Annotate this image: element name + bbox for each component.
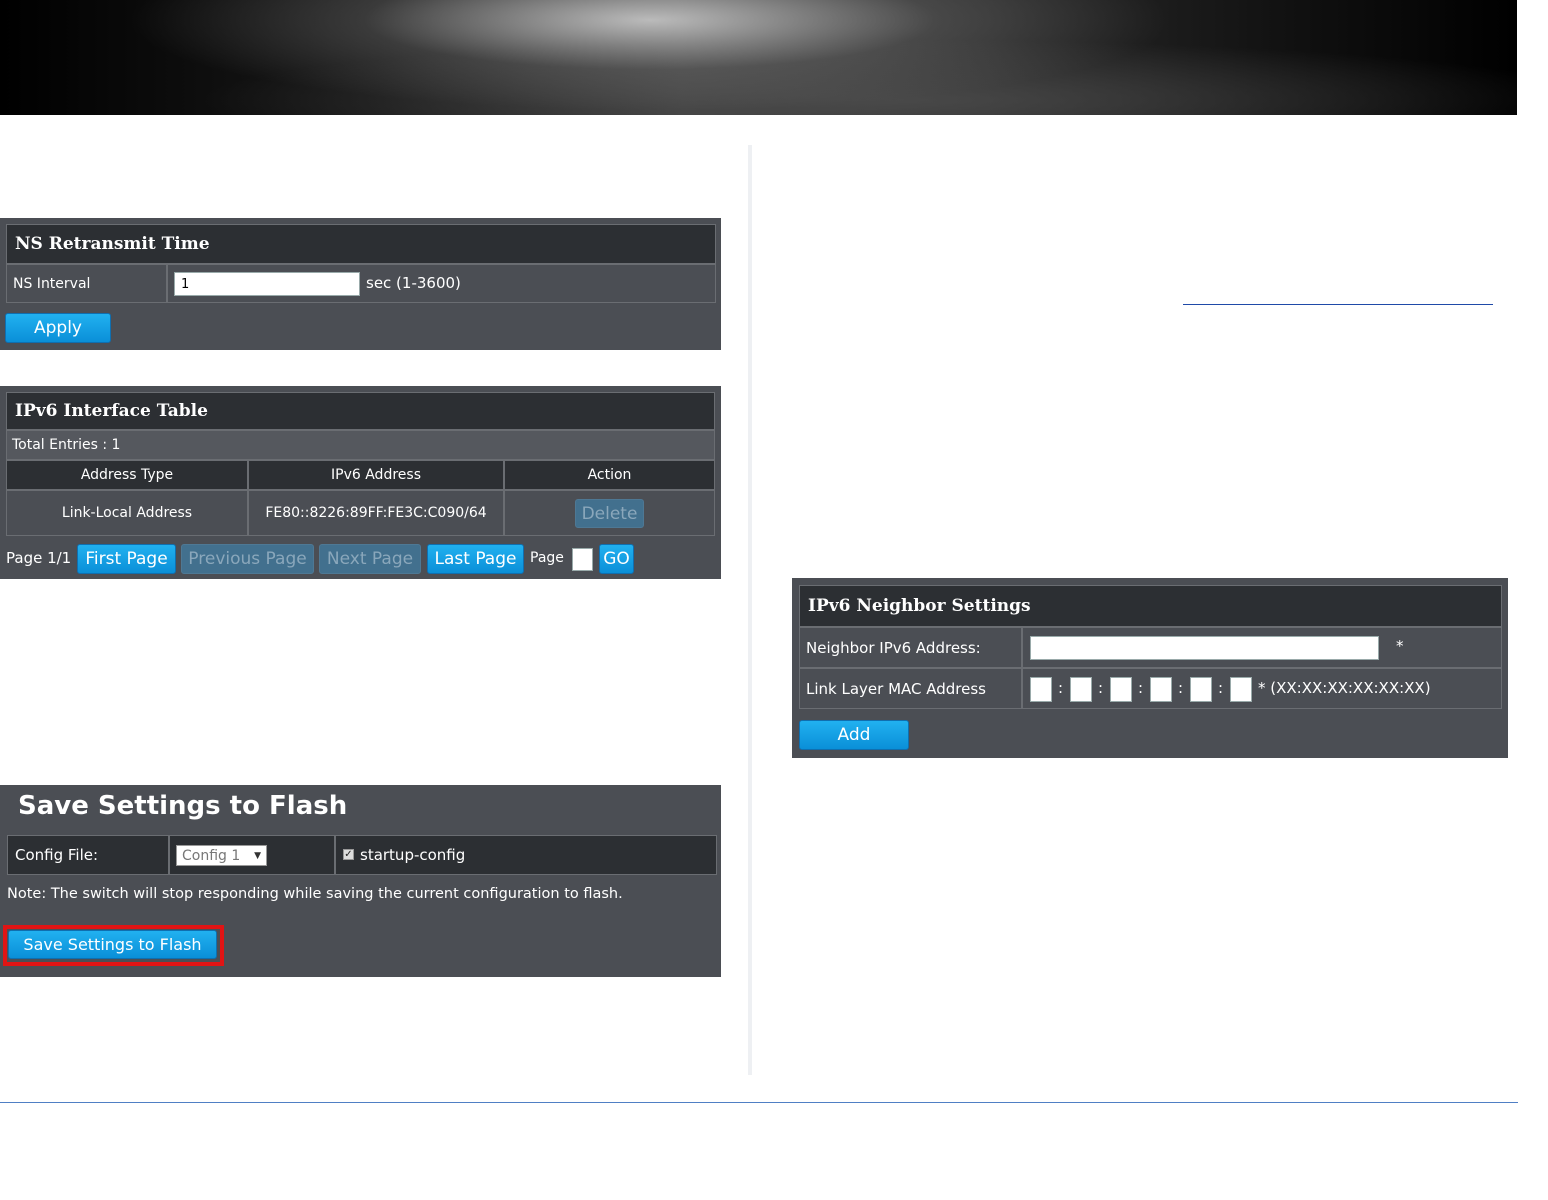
header-banner — [0, 0, 1517, 115]
previous-page-button[interactable]: Previous Page — [181, 544, 314, 574]
save-note: Note: The switch will stop responding wh… — [7, 886, 623, 902]
footer-rule — [0, 1102, 1518, 1103]
neighbor-address-cell: * — [1022, 627, 1502, 668]
column-divider — [748, 145, 752, 1075]
ns-interval-label: NS Interval — [6, 264, 167, 303]
page-label: Page — [530, 550, 564, 566]
ns-interval-input[interactable]: 1 — [174, 272, 360, 296]
save-settings-panel: Save Settings to Flash Config File: Conf… — [0, 785, 721, 977]
chevron-down-icon: ▼ — [254, 850, 261, 861]
panel-title: IPv6 Interface Table — [6, 392, 715, 430]
column-header-action: Action — [504, 460, 715, 490]
last-page-button[interactable]: Last Page — [427, 544, 524, 574]
column-header-ipv6-address: IPv6 Address — [248, 460, 504, 490]
mac-octet-6-input[interactable] — [1230, 677, 1252, 702]
config-file-select[interactable]: Config 1 ▼ — [176, 845, 267, 866]
startup-config-cell: ✓ startup-config — [335, 835, 717, 875]
table-cell-ipv6-address: FE80::8226:89FF:FE3C:C090/64 — [248, 490, 504, 536]
ns-retransmit-panel: NS Retransmit Time NS Interval 1 sec (1-… — [0, 218, 721, 350]
delete-button[interactable]: Delete — [575, 499, 644, 528]
config-file-label: Config File: — [7, 835, 169, 875]
mac-separator: : — [1178, 679, 1184, 697]
ipv6-neighbor-panel: IPv6 Neighbor Settings Neighbor IPv6 Add… — [792, 578, 1508, 758]
page-info: Page 1/1 — [6, 549, 72, 567]
go-button[interactable]: GO — [599, 544, 634, 574]
ns-interval-cell: 1 sec (1-3600) — [167, 264, 716, 303]
link-underline — [1183, 304, 1493, 305]
startup-config-checkbox[interactable]: ✓ — [343, 849, 354, 860]
mac-octet-4-input[interactable] — [1150, 677, 1172, 702]
ns-interval-hint: sec (1-3600) — [366, 274, 461, 292]
panel-title: Save Settings to Flash — [18, 791, 348, 821]
mac-separator: : — [1138, 679, 1144, 697]
mac-separator: : — [1098, 679, 1104, 697]
add-button[interactable]: Add — [799, 720, 909, 750]
next-page-button[interactable]: Next Page — [319, 544, 421, 574]
mac-address-label: Link Layer MAC Address — [799, 668, 1022, 709]
ipv6-interface-table-panel: IPv6 Interface Table Total Entries : 1 A… — [0, 386, 721, 579]
column-header-address-type: Address Type — [6, 460, 248, 490]
first-page-button[interactable]: First Page — [77, 544, 176, 574]
mac-separator: : — [1218, 679, 1224, 697]
mac-address-cell: : : : : : * (XX:XX:XX:XX:XX:XX) — [1022, 668, 1502, 709]
total-entries: Total Entries : 1 — [6, 430, 715, 460]
panel-title: IPv6 Neighbor Settings — [799, 585, 1502, 627]
mac-octet-5-input[interactable] — [1190, 677, 1212, 702]
config-selected-value: Config 1 — [182, 847, 241, 864]
page-number-input[interactable] — [572, 548, 593, 571]
table-cell-address-type: Link-Local Address — [6, 490, 248, 536]
save-settings-button[interactable]: Save Settings to Flash — [8, 930, 217, 959]
table-cell-action: Delete — [504, 490, 715, 536]
mac-octet-2-input[interactable] — [1070, 677, 1092, 702]
panel-title: NS Retransmit Time — [6, 224, 716, 264]
mac-separator: : — [1058, 679, 1064, 697]
required-marker: * — [1396, 637, 1404, 655]
mac-octet-1-input[interactable] — [1030, 677, 1052, 702]
neighbor-ipv6-address-input[interactable] — [1030, 636, 1379, 660]
startup-config-label: startup-config — [360, 846, 466, 864]
mac-format-hint: * (XX:XX:XX:XX:XX:XX) — [1258, 679, 1431, 697]
apply-button[interactable]: Apply — [5, 313, 111, 343]
neighbor-address-label: Neighbor IPv6 Address: — [799, 627, 1022, 668]
config-select-cell: Config 1 ▼ — [169, 835, 335, 875]
mac-octet-3-input[interactable] — [1110, 677, 1132, 702]
